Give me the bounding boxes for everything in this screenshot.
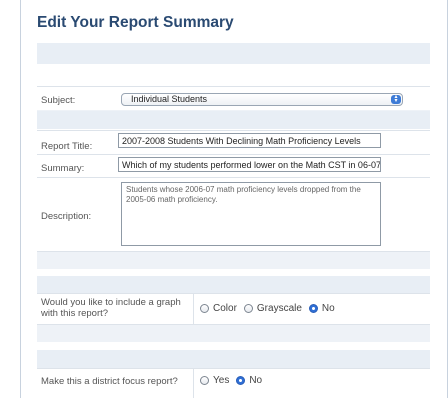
summary-input[interactable]: Which of my students performed lower on … (118, 157, 381, 172)
row-divider (37, 130, 430, 131)
graph-option-label: Color (213, 303, 237, 314)
focus-option-label: No (249, 375, 263, 386)
focus-option-group: Yes No (200, 375, 269, 386)
radio-button-icon[interactable] (243, 304, 253, 313)
report-title-label: Report Title: (41, 141, 93, 152)
report-title-input[interactable]: 2007-2008 Students With Declining Math P… (118, 133, 381, 148)
graph-question-label: Would you like to include a graph with t… (41, 297, 181, 319)
column-divider (193, 368, 194, 398)
column-divider (193, 293, 194, 324)
summary-label: Summary: (41, 163, 85, 174)
description-label: Description: (41, 211, 92, 222)
subject-select[interactable]: Individual Students ▴ ▾ (121, 93, 403, 106)
graph-option-no[interactable]: No (308, 303, 335, 314)
radio-button-icon[interactable] (200, 304, 209, 313)
description-textarea[interactable]: Students whose 2006-07 math proficiency … (121, 182, 381, 246)
focus-option-label: Yes (213, 375, 230, 386)
row-divider (37, 368, 430, 369)
subject-select-value: Individual Students (131, 94, 208, 104)
focus-option-no[interactable]: No (236, 375, 262, 386)
graph-option-group: Color Grayscale No (200, 303, 342, 314)
section-header-bar (37, 43, 430, 64)
subject-label: Subject: (41, 95, 76, 106)
graph-option-color[interactable]: Color (200, 303, 237, 314)
graph-option-label: Grayscale (256, 303, 302, 314)
section-header-bar (37, 350, 430, 368)
select-arrows-icon: ▴ ▾ (391, 94, 401, 104)
section-footer-bar (37, 252, 430, 269)
radio-button-selected-icon[interactable] (236, 376, 246, 385)
focus-question-label: Make this a district focus report? (41, 376, 178, 387)
graph-option-label: No (321, 303, 335, 314)
row-divider (37, 177, 430, 178)
row-divider (37, 293, 430, 294)
radio-button-selected-icon[interactable] (308, 304, 318, 313)
radio-button-icon[interactable] (200, 376, 209, 385)
row-divider (37, 154, 430, 155)
section-header-bar (37, 111, 430, 129)
section-footer-bar (37, 325, 430, 342)
row-divider (37, 86, 430, 87)
graph-option-grayscale[interactable]: Grayscale (243, 303, 302, 314)
section-header-bar (37, 276, 430, 293)
page-title: Edit Your Report Summary (37, 14, 234, 31)
focus-option-yes[interactable]: Yes (200, 375, 229, 386)
